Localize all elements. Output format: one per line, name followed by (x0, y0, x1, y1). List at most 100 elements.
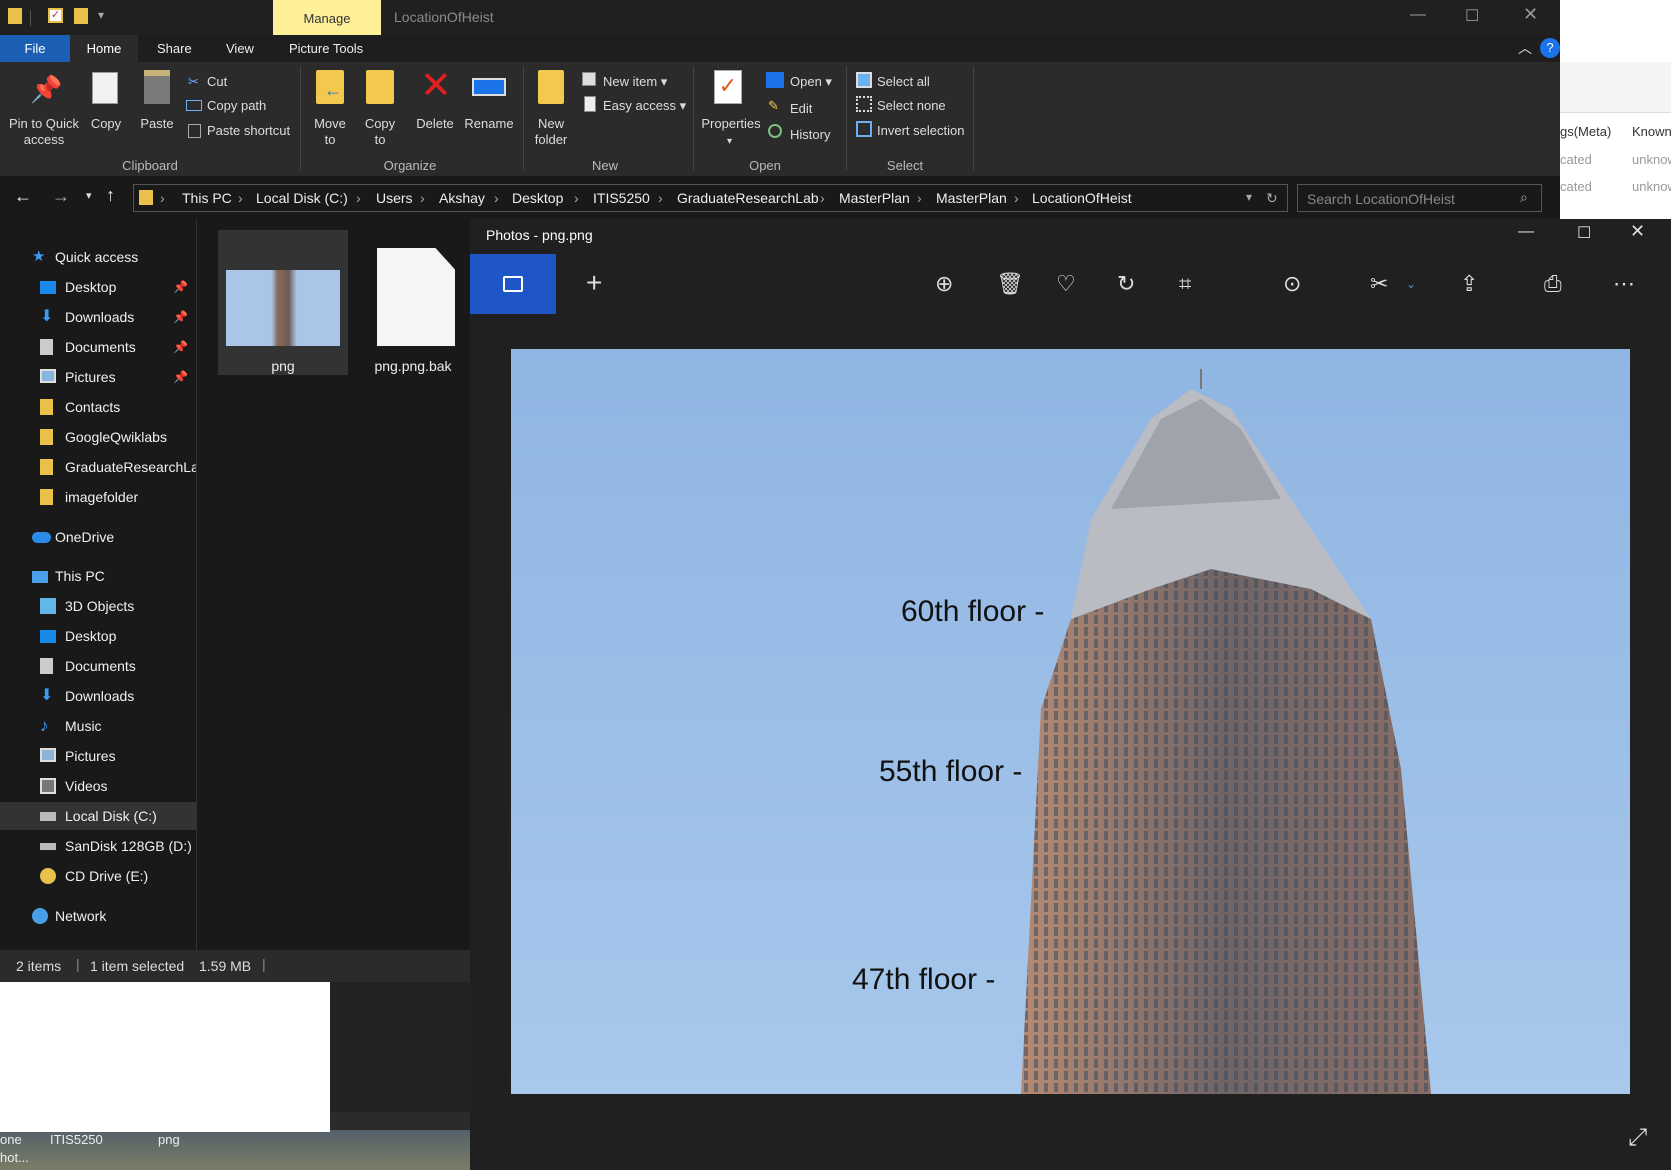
breadcrumb-item[interactable]: Local Disk (C:) (256, 190, 348, 206)
address-bar[interactable]: › This PC › Local Disk (C:) › Users › Ak… (133, 184, 1288, 212)
up-icon[interactable]: ↑ (106, 185, 115, 206)
easy-access-button[interactable]: Easy access ▾ (603, 98, 686, 114)
select-all-button[interactable]: Select all (877, 74, 930, 89)
sidebar-item-pc-pictures[interactable]: Pictures (0, 742, 196, 770)
edit-button[interactable]: Edit (790, 101, 812, 116)
minimize-icon[interactable]: — (1410, 6, 1426, 24)
open-button[interactable]: Open ▾ (790, 74, 832, 90)
sidebar-item-contacts[interactable]: Contacts (0, 393, 196, 421)
refresh-icon[interactable]: ↻ (1266, 190, 1278, 207)
search-input[interactable]: Search LocationOfHeist ⌕ (1297, 184, 1542, 212)
sidebar-item-cd-drive[interactable]: CD Drive (E:) (0, 862, 196, 890)
sidebar-item-pc-documents[interactable]: Documents (0, 652, 196, 680)
rename-button[interactable]: Rename (462, 116, 516, 132)
fullscreen-icon[interactable]: ⤢ (1628, 1124, 1647, 1152)
move-to-button[interactable]: Move to (308, 116, 352, 148)
maximize-icon[interactable]: ☐ (1465, 6, 1479, 26)
sidebar-item-videos[interactable]: Videos (0, 772, 196, 800)
cut-button[interactable]: Cut (207, 74, 227, 89)
copy-path-button[interactable]: Copy path (207, 98, 266, 113)
tab-file[interactable]: File (0, 35, 70, 62)
close-icon[interactable]: ✕ (1523, 4, 1538, 25)
print-icon[interactable]: ⎙ (1544, 271, 1562, 297)
sidebar-item-googleqwiklabs[interactable]: GoogleQwiklabs (0, 423, 196, 451)
maximize-icon[interactable]: ☐ (1577, 223, 1591, 243)
rotate-icon[interactable]: ↻ (1117, 271, 1135, 297)
minimize-icon[interactable]: — (1518, 223, 1534, 241)
breadcrumb-item[interactable]: LocationOfHeist (1032, 190, 1132, 206)
delete-button[interactable]: Delete (412, 116, 458, 132)
tab-home[interactable]: Home (70, 35, 138, 62)
sidebar-item-local-disk[interactable]: Local Disk (C:) (0, 802, 196, 830)
customize-toolbar-icon[interactable]: ▾ (98, 8, 104, 22)
tab-share[interactable]: Share (157, 41, 192, 56)
breadcrumb-item[interactable]: MasterPlan (936, 190, 1007, 206)
sidebar-item-documents[interactable]: Documents 📌 (0, 333, 196, 361)
delete-icon[interactable]: 🗑 (996, 271, 1024, 297)
copy-to-button[interactable]: Copy to (358, 116, 402, 148)
breadcrumb-item[interactable]: Desktop (512, 190, 563, 206)
paste-shortcut-button[interactable]: Paste shortcut (207, 123, 290, 138)
invert-selection-button[interactable]: Invert selection (877, 123, 964, 138)
breadcrumb-item[interactable]: GraduateResearchLab (677, 190, 819, 206)
sidebar-item-graduateresearchlab[interactable]: GraduateResearchLab (0, 453, 196, 481)
history-button[interactable]: History (790, 127, 830, 142)
delete-icon: ✕ (420, 65, 452, 107)
edit-create-icon[interactable]: ✂ (1370, 271, 1388, 297)
sidebar-item-3d-objects[interactable]: 3D Objects (0, 592, 196, 620)
sidebar-item-pc-downloads[interactable]: ⬇ Downloads (0, 682, 196, 710)
desktop-icon-label[interactable]: one (0, 1132, 22, 1147)
sidebar-item-music[interactable]: ♪ Music (0, 712, 196, 740)
properties-quick-icon[interactable]: ✓ (48, 8, 63, 23)
sidebar-item-desktop[interactable]: Desktop 📌 (0, 273, 196, 301)
sidebar-item-network[interactable]: Network (0, 902, 196, 930)
sidebar-item-sandisk[interactable]: SanDisk 128GB (D:) (0, 832, 196, 860)
sidebar-item-downloads[interactable]: ⬇ Downloads 📌 (0, 303, 196, 331)
breadcrumb-item[interactable]: This PC (182, 190, 232, 206)
desktop-icon-label[interactable]: png (158, 1132, 180, 1147)
file-item-selected[interactable]: png (218, 230, 348, 375)
help-icon[interactable]: ? (1540, 38, 1560, 58)
breadcrumb-item[interactable]: ITIS5250 (593, 190, 650, 206)
desktop-icon-label[interactable]: ITIS5250 (50, 1132, 103, 1147)
select-none-button[interactable]: Select none (877, 98, 946, 113)
see-all-photos-button[interactable] (470, 254, 556, 314)
tab-picture-tools[interactable]: Picture Tools (289, 41, 363, 56)
paste-button[interactable]: Paste (136, 116, 178, 132)
back-icon[interactable]: ← (14, 186, 32, 207)
sidebar-item-pictures[interactable]: Pictures 📌 (0, 363, 196, 391)
properties-button[interactable]: Properties (698, 116, 764, 132)
close-icon[interactable]: ✕ (1630, 221, 1645, 242)
new-folder-quick-icon[interactable] (74, 8, 88, 24)
properties-dropdown-icon[interactable]: ▾ (727, 136, 732, 147)
new-item-button[interactable]: New item ▾ (603, 74, 667, 90)
favorite-icon[interactable]: ♡ (1056, 271, 1076, 297)
share-icon[interactable]: ⇪ (1460, 271, 1478, 297)
desktop-icon-label[interactable]: hot... (0, 1150, 29, 1165)
new-folder-button[interactable]: New folder (528, 116, 574, 148)
sidebar-item-quick-access[interactable]: ★ Quick access (0, 243, 196, 271)
sidebar-item-imagefolder[interactable]: imagefolder (0, 483, 196, 511)
pin-to-quick-access-button[interactable]: Pin to Quick access (4, 116, 84, 148)
manage-context-tab[interactable]: Manage (273, 0, 381, 35)
forward-icon[interactable]: → (52, 186, 70, 207)
zoom-icon[interactable]: ⊕ (935, 271, 953, 297)
file-item[interactable]: png.png.bak (357, 230, 467, 375)
breadcrumb-item[interactable]: Akshay (439, 190, 485, 206)
more-icon[interactable]: ⋯ (1613, 271, 1635, 297)
add-icon[interactable]: + (586, 267, 602, 299)
collapse-ribbon-icon[interactable]: ︿ (1518, 38, 1532, 58)
crop-icon[interactable]: ⌗ (1179, 271, 1191, 297)
breadcrumb-item[interactable]: Users (376, 190, 413, 206)
sidebar-item-onedrive[interactable]: OneDrive (0, 523, 196, 551)
sidebar-item-pc-desktop[interactable]: Desktop (0, 622, 196, 650)
recent-locations-icon[interactable]: ▾ (86, 189, 92, 202)
enhance-icon[interactable]: ⊙ (1283, 271, 1301, 297)
copy-button[interactable]: Copy (86, 116, 126, 132)
sidebar-item-this-pc[interactable]: This PC (0, 562, 196, 590)
address-history-icon[interactable]: ▾ (1246, 190, 1252, 204)
tab-view[interactable]: View (226, 41, 254, 56)
breadcrumb-item[interactable]: MasterPlan (839, 190, 910, 206)
chevron-down-icon[interactable]: ⌄ (1406, 277, 1416, 291)
group-label-open: Open (749, 158, 781, 173)
